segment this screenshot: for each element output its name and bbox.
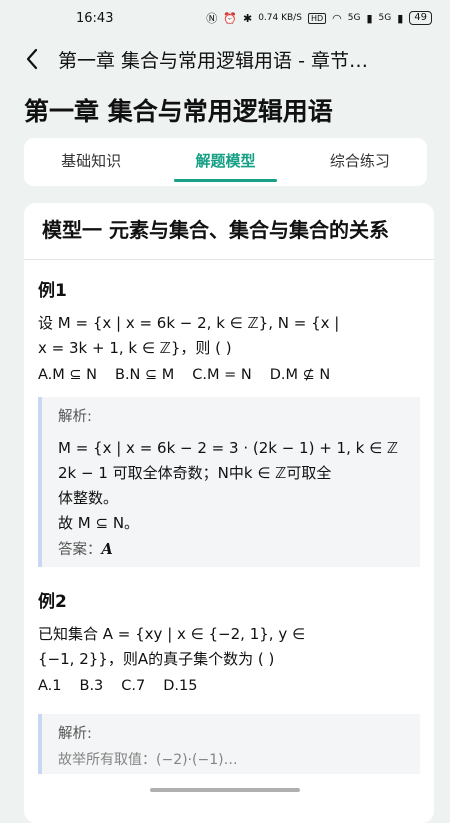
solution-line: M = {x | x = 6k − 2 = 3 · (2k − 1) + 1, … [58,439,399,457]
example-2-options: A.1 B.3 C.7 D.15 [38,678,434,694]
solution-label: 解析: [58,726,92,742]
tab-basic-knowledge[interactable]: 基础知识 [24,138,158,186]
status-icons: Ⓝ ⏰ ✱ 0.74 KB/S HD ◠ 5G ▮ 5G ▮ 49 [206,10,432,26]
answer-value: A [101,541,113,558]
example-1-title: 例1 [38,281,67,301]
option-d: D.15 [163,678,198,694]
tab-bar: 基础知识 解题模型 综合练习 [24,138,427,186]
signal-5g-1: 5G [347,13,361,23]
example-1-options: A.M ⊆ N B.N ⊆ M C.M = N D.M ⊈ N [38,367,434,383]
example-2-question-line2: {−1, 2}}，则A的真子集个数为 ( ) [38,650,275,668]
wifi-icon: ◠ [332,11,342,25]
example-1-solution: 解析: M = {x | x = 6k − 2 = 3 · (2k − 1) +… [38,397,420,567]
model-title: 模型一 元素与集合、集合与集合的关系 [42,218,389,242]
home-indicator[interactable] [150,788,300,792]
example-1-question-line2: x = 3k + 1, k ∈ ℤ}，则 ( ) [38,339,232,357]
solution-label: 解析: [58,409,92,425]
net-speed: 0.74 KB/S [258,13,302,23]
solution-line: 体整数。 [58,489,119,507]
solution-line: 2k − 1 可取全体奇数；N中k ∈ ℤ可取全 [58,464,332,482]
example-2-solution: 解析: 故举所有取值：(−2)·(−1)… [38,714,420,774]
example-1-question-line1: 设 M = {x | x = 6k − 2, k ∈ ℤ}, N = {x | [38,314,340,332]
tab-comprehensive-practice[interactable]: 综合练习 [293,138,427,186]
answer-label: 答案： [58,542,102,558]
answer: 答案：A [58,538,420,559]
solution-line: 故 M ⊆ N。 [58,514,140,532]
signal-bars-icon: ▮ [366,11,373,25]
example-2-question-line1: 已知集合 A = {xy | x ∈ {−2, 1}, y ∈ [38,625,306,643]
divider [24,259,434,260]
nav-title: 第一章 集合与常用逻辑用语 - 章节… [58,49,368,72]
battery-indicator: 49 [409,11,432,25]
nfc-icon: Ⓝ [206,12,218,25]
status-bar: 16:43 Ⓝ ⏰ ✱ 0.74 KB/S HD ◠ 5G ▮ 5G ▮ 49 [0,0,450,36]
alarm-icon: ⏰ [223,11,237,25]
example-2-title: 例2 [38,592,67,612]
example-2-question: 已知集合 A = {xy | x ∈ {−2, 1}, y ∈ {−1, 2}}… [38,622,422,672]
back-arrow-icon[interactable] [20,47,44,71]
hd-badge: HD [307,12,327,24]
option-a: A.M ⊆ N [38,367,97,383]
bluetooth-icon: ✱ [242,11,253,25]
status-time: 16:43 [76,10,114,26]
nav-bar: 第一章 集合与常用逻辑用语 - 章节… [0,38,450,80]
example-1-question: 设 M = {x | x = 6k − 2, k ∈ ℤ}, N = {x | … [38,311,422,361]
content-card: 模型一 元素与集合、集合与集合的关系 例1 设 M = {x | x = 6k … [24,203,434,823]
option-a: A.1 [38,678,62,694]
chapter-title: 第一章 集合与常用逻辑用语 [24,97,333,126]
option-c: C.7 [121,678,146,694]
signal-5g-2: 5G [378,13,392,23]
signal-bars-icon-2: ▮ [397,11,404,25]
option-d: D.M ⊈ N [269,367,331,383]
option-b: B.N ⊆ M [115,367,175,383]
tab-solution-models[interactable]: 解题模型 [158,138,292,186]
option-c: C.M = N [192,367,252,383]
solution-line-partial: 故举所有取值：(−2)·(−1)… [58,752,238,768]
option-b: B.3 [79,678,104,694]
